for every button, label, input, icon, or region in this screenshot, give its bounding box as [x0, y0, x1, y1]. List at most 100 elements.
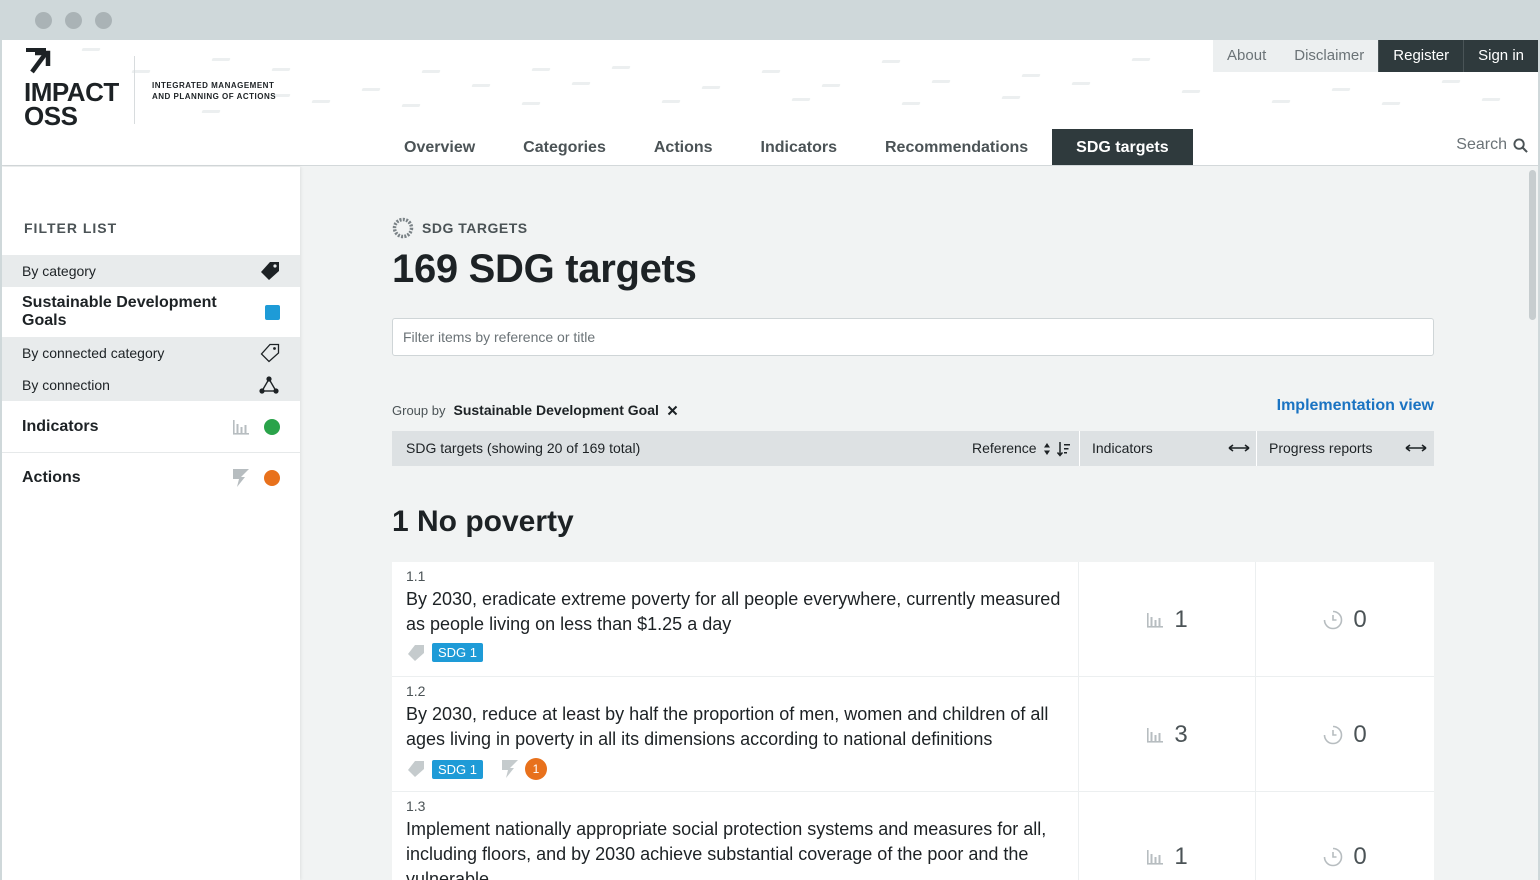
indicators-count-cell: 1 [1079, 792, 1256, 880]
window-maximize-dot[interactable] [95, 12, 112, 29]
page-kicker-label: SDG TARGETS [422, 220, 528, 236]
row-title[interactable]: Implement nationally appropriate social … [406, 817, 1064, 880]
expand-arrows-icon[interactable] [1228, 443, 1250, 453]
indicators-filter-label: Indicators [22, 417, 99, 435]
progress-count-cell: 0 [1256, 677, 1434, 792]
window-minimize-dot[interactable] [65, 12, 82, 29]
tagline-line-1: Integrated management [152, 81, 275, 90]
sign-in-button[interactable]: Sign in [1463, 40, 1538, 72]
close-icon[interactable] [667, 405, 678, 416]
expand-arrows-icon[interactable] [1405, 443, 1427, 453]
sort-ascending-icon [1056, 441, 1070, 457]
bar-chart-icon [1147, 727, 1164, 743]
col-header-progress[interactable]: Progress reports [1269, 431, 1372, 466]
progress-count: 0 [1353, 720, 1367, 748]
col-header-indicators[interactable]: Indicators [1092, 431, 1153, 466]
clock-icon [1324, 847, 1343, 867]
tag-icon [408, 761, 424, 777]
register-button[interactable]: Register [1378, 40, 1464, 72]
tagline-line-2: and planning of actions [152, 92, 277, 101]
actions-filter-item[interactable]: Actions [2, 453, 300, 503]
nav-overview[interactable]: Overview [380, 129, 499, 165]
logo-arrow-icon [26, 48, 51, 74]
table-row[interactable]: 1.3 Implement nationally appropriate soc… [392, 792, 1434, 880]
table-row[interactable]: 1.1 By 2030, eradicate extreme poverty f… [392, 562, 1434, 677]
by-category-label: By category [22, 263, 96, 279]
indicators-count: 1 [1174, 605, 1188, 633]
clock-icon [1324, 610, 1343, 629]
actions-filter-label: Actions [22, 469, 81, 486]
impact-oss-logo[interactable]: IMPACT OSS [24, 48, 134, 131]
row-reference: 1.3 [406, 798, 426, 814]
nav-categories[interactable]: Categories [499, 129, 630, 165]
browser-chrome [0, 0, 1540, 40]
top-nav: About Disclaimer Register Sign in [1213, 40, 1538, 72]
progress-count-cell: 0 [1256, 792, 1434, 880]
filter-sidebar: FILTER LIST By category Sustainable Deve… [2, 167, 300, 880]
sdgs-filter-item[interactable]: Sustainable Development Goals [2, 287, 300, 337]
bar-chart-icon [233, 419, 249, 435]
search-icon [1513, 137, 1528, 153]
group-title: 1 No poverty [392, 505, 574, 538]
search-nav-label: Search [1456, 136, 1507, 153]
by-connected-category-header[interactable]: By connected category [2, 337, 300, 369]
connection-icon [259, 376, 279, 394]
indicators-filter-item[interactable]: Indicators [2, 401, 300, 452]
indicators-count-cell: 3 [1079, 677, 1256, 792]
nav-sdg-targets[interactable]: SDG targets [1052, 129, 1193, 165]
row-reference: 1.1 [406, 568, 426, 584]
page-scrollbar[interactable] [1529, 170, 1536, 320]
about-link[interactable]: About [1213, 40, 1281, 72]
col-header-reference-label: Reference [972, 440, 1037, 456]
bar-chart-icon [1147, 612, 1164, 628]
logo-word-oss: OSS [24, 101, 78, 131]
tag-filled-icon [261, 262, 279, 280]
action-bolt-icon [502, 760, 519, 778]
actions-color-dot [264, 470, 280, 486]
nav-actions[interactable]: Actions [630, 129, 737, 165]
nav-indicators[interactable]: Indicators [737, 129, 861, 165]
indicators-count: 1 [1174, 843, 1188, 870]
group-by-label: Group by [392, 402, 446, 418]
by-connected-category-label: By connected category [22, 345, 165, 361]
logo-divider [134, 56, 135, 124]
sdg-wheel-icon [392, 217, 414, 239]
by-category-header[interactable]: By category [2, 255, 300, 287]
row-title[interactable]: By 2030, reduce at least by half the pro… [406, 702, 1064, 752]
filter-list-title: FILTER LIST [24, 220, 118, 236]
table-row[interactable]: 1.2 By 2030, reduce at least by half the… [392, 677, 1434, 792]
filter-search-input[interactable] [392, 318, 1434, 356]
row-title[interactable]: By 2030, eradicate extreme poverty for a… [406, 587, 1064, 637]
implementation-view-link[interactable]: Implementation view [1277, 397, 1434, 415]
sdg-color-swatch [265, 304, 280, 320]
indicators-color-dot [264, 418, 280, 435]
by-connection-header[interactable]: By connection [2, 369, 300, 401]
actions-count-badge[interactable]: 1 [525, 758, 548, 780]
page-title: 169 SDG targets [392, 247, 697, 291]
nav-recommendations[interactable]: Recommendations [861, 129, 1052, 165]
site-header: IMPACT OSS Integrated management and pla… [2, 40, 1538, 166]
sdgs-filter-label: Sustainable Development Goals [22, 294, 217, 329]
main-nav: Overview Categories Actions Indicators R… [380, 129, 1193, 165]
sdg-tag[interactable]: SDG 1 [432, 759, 484, 779]
sort-toggle-icon [1043, 442, 1050, 455]
col-header-reference[interactable]: Reference [972, 431, 1071, 466]
window-close-dot[interactable] [35, 12, 52, 29]
app-window: IMPACT OSS Integrated management and pla… [2, 40, 1538, 880]
clock-icon [1324, 725, 1343, 744]
indicators-count: 3 [1174, 720, 1188, 748]
search-nav-button[interactable]: Search [1456, 136, 1528, 154]
disclaimer-link[interactable]: Disclaimer [1280, 40, 1379, 72]
by-connection-label: By connection [22, 377, 110, 393]
sdg-tag[interactable]: SDG 1 [432, 643, 484, 662]
col-header-targets: SDG targets (showing 20 of 169 total) [406, 440, 641, 456]
progress-count: 0 [1353, 843, 1367, 870]
action-bolt-icon [233, 469, 249, 487]
progress-count: 0 [1353, 605, 1367, 633]
group-by-value[interactable]: Sustainable Development Goal [453, 402, 658, 418]
tag-outline-icon [260, 343, 280, 363]
tagline: Integrated management and planning of ac… [152, 80, 276, 102]
table-header: SDG targets (showing 20 of 169 total) Re… [392, 431, 1434, 466]
bar-chart-icon [1147, 850, 1164, 865]
row-reference: 1.2 [406, 683, 426, 699]
